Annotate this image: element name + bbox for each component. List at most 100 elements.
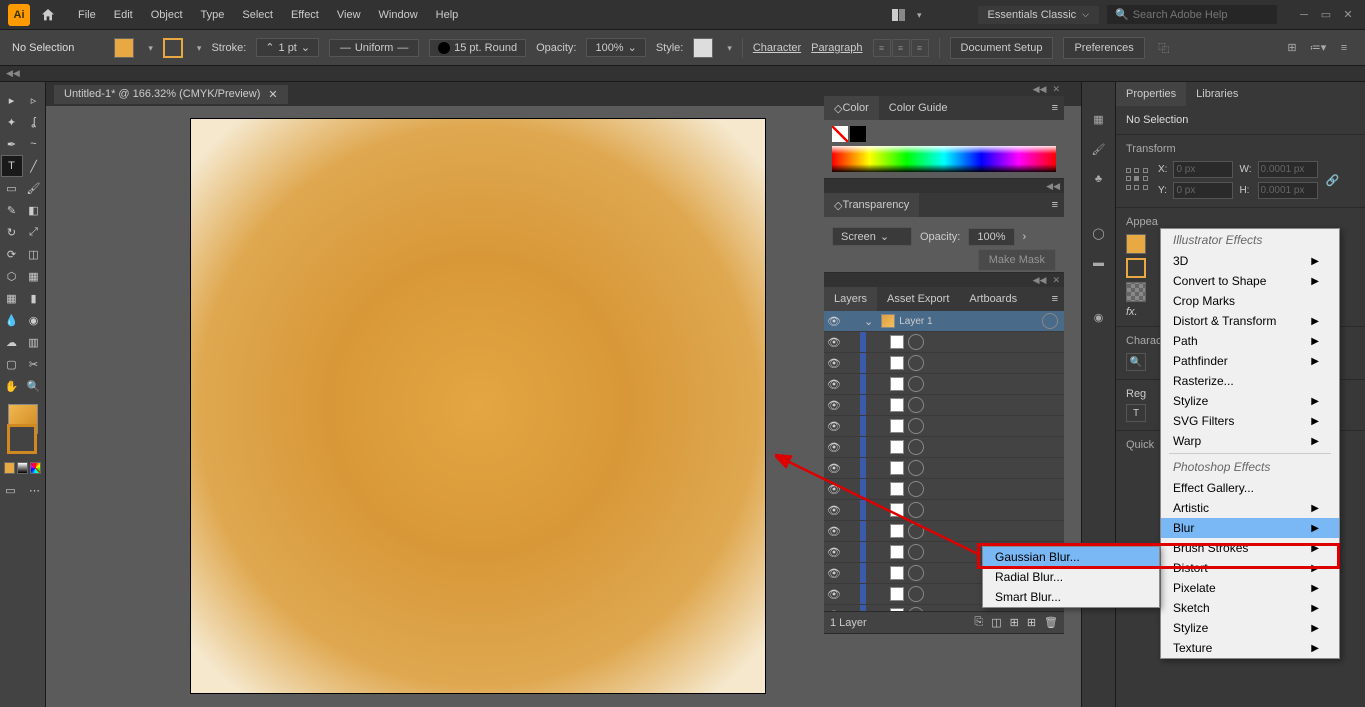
- layer-row-main[interactable]: 👁⌄Layer 1: [824, 311, 1064, 332]
- perspective-tool[interactable]: ▦: [24, 266, 44, 286]
- trans-opacity[interactable]: 100%: [968, 228, 1014, 246]
- libraries-tab[interactable]: Libraries: [1186, 82, 1248, 106]
- pen-tool[interactable]: ✒: [2, 134, 22, 154]
- scale-tool[interactable]: ⤢: [24, 222, 44, 242]
- collapse-left-icon[interactable]: ◀◀: [6, 68, 20, 79]
- fx-sub-smart-blur-[interactable]: Smart Blur...: [983, 587, 1159, 607]
- visibility-icon[interactable]: 👁: [824, 315, 844, 328]
- close-tab-icon[interactable]: ✕: [268, 88, 277, 101]
- properties-tab[interactable]: Properties: [1116, 82, 1186, 106]
- panel-menu-icon[interactable]: ≡: [1046, 199, 1064, 211]
- window-restore[interactable]: ▭: [1317, 8, 1335, 22]
- app-logo[interactable]: Ai: [8, 4, 30, 26]
- mesh-tool[interactable]: ▦: [2, 288, 22, 308]
- window-minimize[interactable]: ─: [1295, 8, 1313, 22]
- menu-effect[interactable]: Effect: [291, 9, 319, 21]
- fx-item-svg-filters[interactable]: SVG Filters▶: [1161, 411, 1339, 431]
- fx-item-brush-strokes[interactable]: Brush Strokes▶: [1161, 538, 1339, 558]
- shaper-tool[interactable]: ✎: [2, 200, 22, 220]
- layer-row[interactable]: 👁: [824, 332, 1064, 353]
- blend-tool[interactable]: ◉: [24, 310, 44, 330]
- visibility-icon[interactable]: 👁: [824, 336, 844, 349]
- transparency-tab[interactable]: ◇ Transparency: [824, 193, 919, 217]
- new-sublayer-icon[interactable]: ⊞: [1010, 616, 1019, 629]
- hand-tool[interactable]: ✋: [2, 376, 22, 396]
- appear-fill[interactable]: [1126, 234, 1146, 254]
- locate-layer-icon[interactable]: ⎘: [974, 616, 983, 629]
- fx-item-convert-to-shape[interactable]: Convert to Shape▶: [1161, 271, 1339, 291]
- wand-tool[interactable]: ✦: [2, 112, 22, 132]
- menu-help[interactable]: Help: [436, 9, 459, 21]
- width-tool[interactable]: ⟳: [2, 244, 22, 264]
- character-link[interactable]: Character: [753, 42, 801, 54]
- font-size-icon[interactable]: T: [1126, 404, 1146, 422]
- layout-switcher-icon[interactable]: [892, 9, 905, 21]
- menu-file[interactable]: File: [78, 9, 96, 21]
- screen-mode-icon[interactable]: ▭: [1, 480, 21, 500]
- visibility-icon[interactable]: 👁: [824, 420, 844, 433]
- rect-tool[interactable]: ▭: [2, 178, 22, 198]
- align-center-icon[interactable]: ≡: [892, 39, 910, 57]
- visibility-icon[interactable]: 👁: [824, 357, 844, 370]
- lock-aspect-icon[interactable]: 🔗: [1326, 174, 1340, 187]
- artboards-tab[interactable]: Artboards: [959, 287, 1027, 311]
- fx-item-sketch[interactable]: Sketch▶: [1161, 598, 1339, 618]
- type-tool[interactable]: T: [2, 156, 22, 176]
- fx-item-stylize[interactable]: Stylize▶: [1161, 618, 1339, 638]
- align-left-icon[interactable]: ≡: [873, 39, 891, 57]
- fx-item-warp[interactable]: Warp▶: [1161, 431, 1339, 451]
- slice-tool[interactable]: ✂: [24, 354, 44, 374]
- menu-object[interactable]: Object: [151, 9, 183, 21]
- blend-mode[interactable]: Screen⌄: [832, 227, 912, 246]
- fx-icon[interactable]: fx.: [1126, 306, 1138, 318]
- color-mode-icon[interactable]: [4, 462, 15, 474]
- fx-item-path[interactable]: Path▶: [1161, 331, 1339, 351]
- fx-item-texture[interactable]: Texture▶: [1161, 638, 1339, 658]
- artboard-tool[interactable]: ▢: [2, 354, 22, 374]
- make-mask-button[interactable]: Make Mask: [978, 249, 1056, 271]
- x-input[interactable]: [1173, 161, 1233, 178]
- make-clip-icon[interactable]: ◫: [991, 616, 1001, 629]
- menu-window[interactable]: Window: [379, 9, 418, 21]
- color-spectrum[interactable]: [832, 146, 1056, 172]
- appear-opacity[interactable]: [1126, 282, 1146, 302]
- style-swatch[interactable]: [693, 38, 713, 58]
- fx-item--d[interactable]: 3D▶: [1161, 251, 1339, 271]
- gradient-mode-icon[interactable]: [17, 462, 28, 474]
- h-input[interactable]: [1258, 182, 1318, 199]
- artboard[interactable]: [190, 118, 766, 694]
- appear-stroke[interactable]: [1126, 258, 1146, 278]
- arrange-icon[interactable]: ≔▾: [1309, 39, 1327, 57]
- fill-swatch[interactable]: [114, 38, 134, 58]
- fx-item-pathfinder[interactable]: Pathfinder▶: [1161, 351, 1339, 371]
- zoom-tool[interactable]: 🔍: [24, 376, 44, 396]
- color-guide-tab[interactable]: Color Guide: [879, 96, 958, 120]
- fx-sub-gaussian-blur-[interactable]: Gaussian Blur...: [983, 547, 1159, 567]
- brushes-icon[interactable]: 🖌: [1086, 136, 1112, 162]
- fx-item-distort-transform[interactable]: Distort & Transform▶: [1161, 311, 1339, 331]
- more-icon[interactable]: ≡: [1335, 39, 1353, 57]
- curvature-tool[interactable]: ~: [24, 134, 44, 154]
- doc-tab[interactable]: Untitled-1* @ 166.32% (CMYK/Preview) ✕: [54, 85, 288, 104]
- rotate-tool[interactable]: ↻: [2, 222, 22, 242]
- symbol-tool[interactable]: ☁: [2, 332, 22, 352]
- document-setup-button[interactable]: Document Setup: [950, 37, 1054, 59]
- menu-view[interactable]: View: [337, 9, 361, 21]
- color-fill-indicator[interactable]: [832, 126, 848, 142]
- stroke-panel-icon[interactable]: ◯: [1086, 220, 1112, 246]
- line-tool[interactable]: ╱: [24, 156, 44, 176]
- fill-stroke-indicator[interactable]: [4, 404, 41, 454]
- embed-icon[interactable]: ⊞: [1283, 39, 1301, 57]
- stroke-profile[interactable]: — Uniform —: [329, 39, 419, 57]
- brush-tool[interactable]: 🖌: [24, 178, 44, 198]
- visibility-icon[interactable]: 👁: [824, 609, 844, 612]
- graph-tool[interactable]: ▥: [24, 332, 44, 352]
- preferences-button[interactable]: Preferences: [1063, 37, 1144, 59]
- fx-item-stylize[interactable]: Stylize▶: [1161, 391, 1339, 411]
- menu-type[interactable]: Type: [201, 9, 225, 21]
- opacity-arrow-icon[interactable]: ›: [1023, 231, 1027, 243]
- window-close[interactable]: ✕: [1339, 8, 1357, 22]
- asset-export-tab[interactable]: Asset Export: [877, 287, 959, 311]
- reference-point-icon[interactable]: [1126, 168, 1150, 192]
- search-input[interactable]: [1133, 9, 1269, 21]
